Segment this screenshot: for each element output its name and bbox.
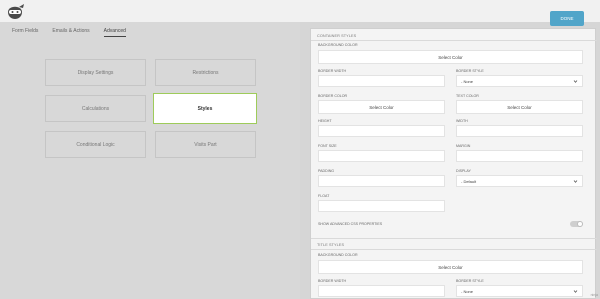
tile-styles[interactable]: Styles bbox=[153, 93, 257, 124]
title-border-width-input[interactable] bbox=[318, 285, 445, 297]
section-divider bbox=[311, 40, 597, 41]
chevron-down-icon bbox=[573, 180, 578, 183]
top-bar bbox=[0, 0, 600, 22]
tab-emails-actions[interactable]: Emails & Actions bbox=[52, 28, 89, 37]
background-color-label: BACKGROUND COLOR bbox=[318, 43, 358, 47]
margin-input[interactable] bbox=[456, 150, 583, 162]
container-styles-title: CONTAINER STYLES bbox=[317, 34, 357, 38]
done-button[interactable]: DONE bbox=[550, 11, 584, 26]
tile-restrictions[interactable]: Restrictions bbox=[155, 59, 256, 86]
background-color-button[interactable]: Select Color bbox=[318, 50, 583, 64]
width-input[interactable] bbox=[456, 125, 583, 137]
tile-display-settings[interactable]: Display Settings bbox=[45, 59, 146, 86]
margin-label: MARGIN bbox=[456, 144, 471, 148]
border-width-input[interactable] bbox=[318, 75, 445, 87]
height-input[interactable] bbox=[318, 125, 445, 137]
title-background-color-button[interactable]: Select Color bbox=[318, 260, 583, 274]
border-color-button[interactable]: Select Color bbox=[318, 100, 445, 114]
corner-watermark: ninja bbox=[590, 293, 598, 297]
font-size-label: FONT SIZE bbox=[318, 144, 337, 148]
section-divider bbox=[311, 238, 597, 239]
float-input[interactable] bbox=[318, 200, 445, 212]
section-divider bbox=[311, 249, 597, 250]
float-label: FLOAT bbox=[318, 194, 330, 198]
border-style-select[interactable]: - None bbox=[456, 75, 583, 87]
title-background-color-label: BACKGROUND COLOR bbox=[318, 253, 358, 257]
builder-left-pane: Form Fields Emails & Actions Advanced Di… bbox=[0, 22, 300, 299]
tile-visits-part[interactable]: Visits Part bbox=[155, 131, 256, 158]
ninja-logo-icon bbox=[8, 4, 24, 19]
padding-label: PADDING bbox=[318, 169, 335, 173]
advanced-css-toggle[interactable] bbox=[570, 221, 583, 227]
toggle-knob bbox=[577, 221, 583, 227]
border-color-label: BORDER COLOR bbox=[318, 94, 348, 98]
border-width-label: BORDER WIDTH bbox=[318, 69, 347, 73]
tab-form-fields[interactable]: Form Fields bbox=[12, 28, 38, 37]
title-styles-title: TITLE STYLES bbox=[317, 243, 345, 247]
border-style-label: BORDER STYLE bbox=[456, 69, 484, 73]
display-label: DISPLAY bbox=[456, 169, 471, 173]
title-border-style-value: - None bbox=[461, 288, 474, 294]
chevron-down-icon bbox=[573, 290, 578, 293]
title-border-style-select[interactable]: - None bbox=[456, 285, 583, 297]
title-border-width-label: BORDER WIDTH bbox=[318, 279, 347, 283]
border-style-value: - None bbox=[461, 78, 474, 84]
height-label: HEIGHT bbox=[318, 119, 332, 123]
tab-advanced[interactable]: Advanced bbox=[103, 28, 126, 37]
text-color-button[interactable]: Select Color bbox=[456, 100, 583, 114]
text-color-label: TEXT COLOR bbox=[456, 94, 479, 98]
padding-input[interactable] bbox=[318, 175, 445, 187]
chevron-down-icon bbox=[573, 80, 578, 83]
display-select[interactable]: - Default bbox=[456, 175, 583, 187]
width-label: WIDTH bbox=[456, 119, 468, 123]
tile-calculations[interactable]: Calculations bbox=[45, 95, 146, 122]
advanced-css-label: SHOW ADVANCED CSS PROPERTIES bbox=[318, 222, 383, 226]
builder-tabs: Form Fields Emails & Actions Advanced bbox=[12, 28, 126, 37]
tile-conditional-logic[interactable]: Conditional Logic bbox=[45, 131, 146, 158]
font-size-input[interactable] bbox=[318, 150, 445, 162]
styles-panel: CONTAINER STYLES BACKGROUND COLOR Select… bbox=[310, 28, 597, 299]
title-border-style-label: BORDER STYLE bbox=[456, 279, 484, 283]
display-value: - Default bbox=[461, 178, 477, 184]
